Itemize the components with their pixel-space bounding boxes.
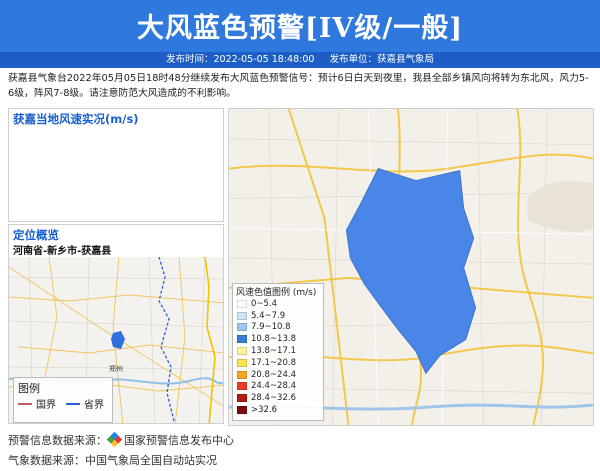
wind-speed-range-label: >32.6 <box>251 405 278 416</box>
wind-speed-swatch <box>237 394 247 403</box>
publish-time: 发布时间：2022-05-05 18:48:00 <box>166 54 315 65</box>
wind-speed-swatch <box>237 299 247 308</box>
wind-speed-legend-item: 17.1~20.8 <box>237 357 296 369</box>
wind-speed-legend-item: 0~5.4 <box>237 298 296 310</box>
wind-speed-range-label: 0~5.4 <box>251 298 278 309</box>
weather-data-source: 气象数据来源：中国气象局全国自动站实况 <box>8 454 217 467</box>
wind-speed-swatch <box>237 311 247 320</box>
wind-speed-range-label: 5.4~7.9 <box>251 310 286 321</box>
wind-speed-range-label: 28.4~32.6 <box>251 393 296 404</box>
wind-speed-legend-list: 0~5.4 5.4~7.9 7.9~10.8 10.8~13.8 13.8~17.1 17… <box>237 298 296 416</box>
wind-speed-legend-item: 28.4~32.6 <box>237 392 296 404</box>
wind-speed-legend-item: 24.4~28.4 <box>237 381 296 393</box>
legend-label-national-border: 国界 <box>36 400 56 411</box>
wind-speed-panel: 获嘉当地风速实况(m/s) <box>8 108 224 222</box>
warning-description: 获嘉县气象台2022年05月05日18时48分继续发布大风蓝色预警信号：预计6日… <box>8 73 589 99</box>
wind-speed-swatch <box>237 382 247 391</box>
national-border-swatch <box>18 402 32 405</box>
wind-speed-legend: 风速色值图例 (m/s) 0~5.4 5.4~7.9 7.9~10.8 10.8~13… <box>232 283 324 421</box>
warning-source-label: 预警信息数据来源： <box>8 434 107 447</box>
page-title: 大风蓝色预警[IV级/一般] <box>137 13 463 44</box>
wind-speed-range-label: 7.9~10.8 <box>251 322 291 333</box>
wind-speed-range-label: 13.8~17.1 <box>251 346 296 357</box>
wind-speed-swatch <box>237 335 247 344</box>
wind-speed-swatch <box>237 370 247 379</box>
wind-speed-range-label: 20.8~24.4 <box>251 369 296 380</box>
wind-speed-swatch <box>237 358 247 367</box>
wind-speed-legend-item: 7.9~10.8 <box>237 322 296 334</box>
warning-source-name: 国家预警信息发布中心 <box>124 434 234 447</box>
publish-info-bar: 发布时间：2022-05-05 18:48:00 发布单位：获嘉县气象局 <box>0 52 600 68</box>
warning-source: 预警信息数据来源： 国家预警信息发布中心 <box>8 431 234 448</box>
location-overview-panel: 定位概览 河南省-新乡市-获嘉县 郑州 图例 国界 省界 <box>8 224 224 424</box>
wind-speed-title: 获嘉当地风速实况(m/s) <box>13 112 139 126</box>
location-overview-title: 定位概览 <box>13 228 59 242</box>
wind-speed-swatch <box>237 323 247 332</box>
wind-speed-swatch <box>237 406 247 415</box>
wind-speed-swatch <box>237 347 247 356</box>
wind-speed-legend-item: 20.8~24.4 <box>237 369 296 381</box>
overview-city-label: 郑州 <box>109 365 123 373</box>
legend-item-province-border: 省界 <box>66 396 104 411</box>
wind-speed-legend-item: 10.8~13.8 <box>237 333 296 345</box>
wind-speed-legend-item: >32.6 <box>237 404 296 416</box>
wind-speed-legend-item: 5.4~7.9 <box>237 310 296 322</box>
location-path: 河南省-新乡市-获嘉县 <box>13 246 112 257</box>
legend-label-province-border: 省界 <box>84 400 104 411</box>
wind-speed-legend-title: 风速色值图例 (m/s) <box>236 288 317 298</box>
province-border-swatch <box>66 402 80 405</box>
wind-speed-range-label: 17.1~20.8 <box>251 357 296 368</box>
header-banner: 大风蓝色预警[IV级/一般] <box>0 0 600 52</box>
publish-unit: 发布单位：获嘉县气象局 <box>329 54 434 65</box>
wind-speed-range-label: 10.8~13.8 <box>251 334 296 345</box>
overview-legend-title: 图例 <box>18 382 40 395</box>
legend-item-national-border: 国界 <box>18 396 56 411</box>
warning-center-logo-icon <box>106 431 123 448</box>
overview-legend: 图例 国界 省界 <box>13 377 113 423</box>
wind-speed-range-label: 24.4~28.4 <box>251 381 296 392</box>
wind-speed-legend-item: 13.8~17.1 <box>237 345 296 357</box>
